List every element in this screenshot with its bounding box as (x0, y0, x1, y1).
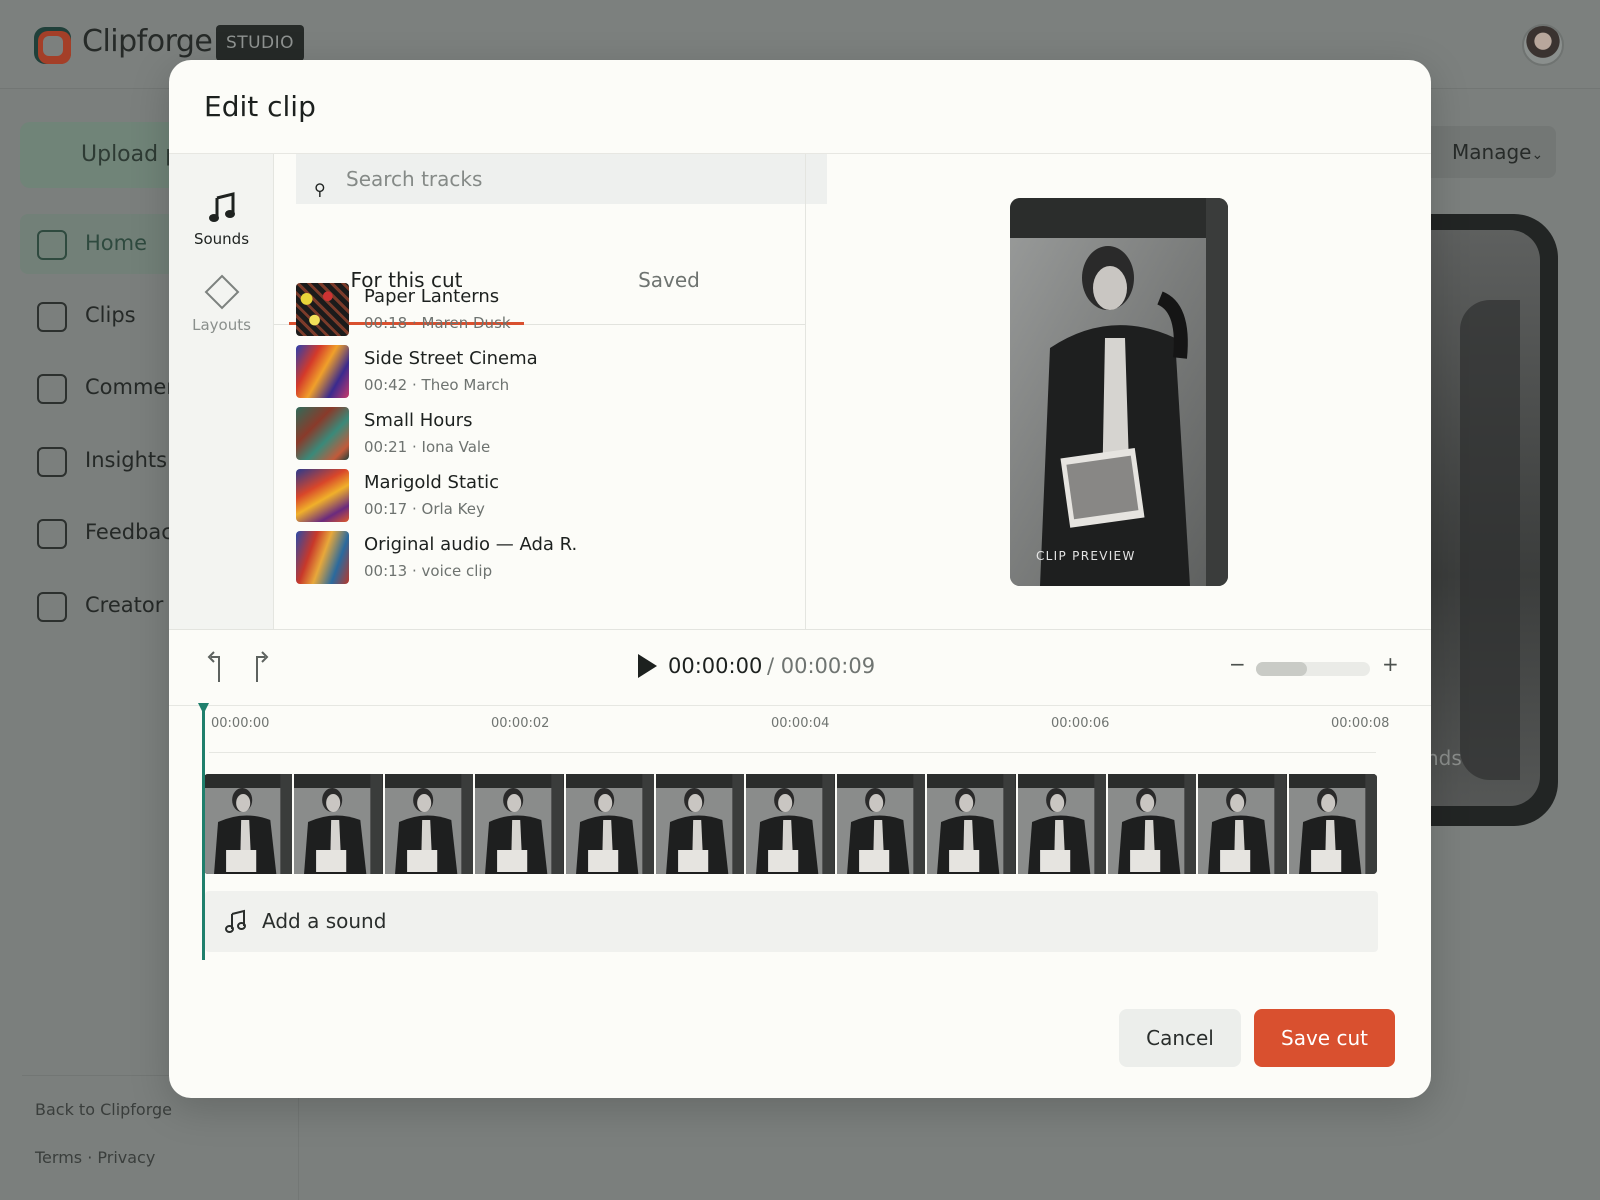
zoom-slider-fill (1256, 662, 1308, 676)
list-item[interactable]: Side Street Cinema 00:42 · Theo March (296, 345, 756, 399)
track-title: Paper Lanterns (364, 286, 500, 307)
timeline-tick: 00:00:08 (1331, 716, 1390, 731)
timeline-ruler-divider (209, 752, 1376, 753)
sidebar-item-label: Feedbac (85, 520, 173, 544)
chevron-down-icon: ⌄ (1531, 147, 1544, 163)
track-artwork (296, 531, 349, 584)
track-artwork (296, 283, 349, 336)
track-meta: 00:17 · Orla Key (364, 500, 485, 518)
music-note-icon (208, 192, 235, 222)
editor-divider (169, 629, 1431, 630)
add-sound-label: Add a sound (262, 909, 387, 933)
editor-tool-rail: Sounds Layouts (169, 154, 274, 630)
filmstrip-frame (475, 774, 566, 874)
back-to-clipforge-link[interactable]: Back to Clipforge (35, 1100, 172, 1119)
zoom-slider[interactable] (1256, 662, 1370, 676)
studio-badge: STUDIO (216, 25, 304, 61)
filmstrip-frame (565, 774, 656, 874)
track-title: Marigold Static (364, 472, 500, 493)
music-note-icon (225, 909, 246, 933)
sidebar-item-label: Clips (85, 303, 136, 327)
clipforge-logo-icon (34, 27, 71, 64)
filmstrip-frame (1107, 774, 1199, 874)
track-title: Side Street Cinema (364, 348, 538, 369)
panel-divider (805, 154, 806, 630)
zoom-out-button[interactable]: − (1229, 652, 1246, 676)
track-artwork (296, 469, 349, 522)
filmstrip-frame (655, 774, 747, 874)
manage-button[interactable]: Manage⌄ (1420, 126, 1556, 178)
search-input[interactable] (346, 154, 816, 204)
layouts-tool-button[interactable]: Layouts (169, 274, 274, 334)
filmstrip-frame (836, 774, 928, 874)
track-search: ⚲ (296, 154, 827, 204)
clips-icon (37, 302, 67, 332)
filmstrip-frame (1288, 774, 1377, 874)
track-title: Original audio — Ada R. (364, 534, 578, 555)
video-filmstrip[interactable] (204, 774, 1377, 874)
brand-name: Clipforge (82, 24, 213, 59)
filmstrip-frame (204, 774, 295, 874)
total-time: / 00:00:09 (767, 654, 876, 678)
list-item[interactable]: Paper Lanterns 00:18 · Maren Dusk (296, 283, 756, 337)
track-artwork (296, 345, 349, 398)
filmstrip-frame (294, 774, 385, 874)
track-meta: 00:13 · voice clip (364, 562, 493, 580)
sidebar-item-label: Insights (85, 448, 168, 472)
undo-icon[interactable] (201, 649, 231, 685)
sounds-tool-label: Sounds (193, 230, 250, 248)
track-meta: 00:42 · Theo March (364, 376, 510, 394)
play-icon[interactable] (636, 653, 658, 679)
track-meta: 00:21 · Iona Vale (364, 438, 491, 456)
diamond-layout-icon (204, 274, 239, 310)
manage-label: Manage (1452, 140, 1532, 164)
sidebar-item-label: Commen (85, 375, 180, 399)
timeline-tick: 00:00:04 (771, 716, 830, 731)
clip-preview-image (1010, 198, 1228, 586)
filmstrip-frame (1017, 774, 1108, 874)
zoom-in-button[interactable]: + (1382, 652, 1399, 676)
edit-clip-modal: Edit clip Sounds Layouts ⚲ For this cut … (169, 60, 1431, 1098)
filmstrip-frame (1198, 774, 1289, 874)
background-phone-caption: nds (1426, 746, 1462, 770)
layouts-tool-label: Layouts (192, 316, 251, 334)
add-sound-button[interactable]: Add a sound (205, 891, 1378, 952)
comments-icon (37, 374, 67, 404)
insights-icon (37, 447, 67, 477)
track-meta: 00:18 · Maren Dusk (364, 314, 511, 332)
timeline-tick: 00:00:06 (1051, 716, 1110, 731)
cancel-button[interactable]: Cancel (1119, 1009, 1241, 1067)
timeline-tick: 00:00:02 (491, 716, 550, 731)
clip-preview-label: CLIP PREVIEW (1036, 549, 1136, 563)
track-artwork (296, 407, 349, 460)
filmstrip-frame (384, 774, 476, 874)
current-time: 00:00:00 (668, 654, 763, 678)
creator-icon (37, 592, 67, 622)
home-icon (37, 230, 67, 260)
timeline-tick: 00:00:00 (211, 716, 270, 731)
save-cut-button[interactable]: Save cut (1254, 1009, 1395, 1067)
redo-icon[interactable] (245, 649, 275, 685)
user-avatar[interactable] (1522, 24, 1564, 66)
legal-links[interactable]: Terms · Privacy (35, 1148, 155, 1167)
list-item[interactable]: Small Hours 00:21 · Iona Vale (296, 407, 756, 461)
track-title: Small Hours (364, 410, 473, 431)
filmstrip-frame (746, 774, 837, 874)
sidebar-item-label: Home (85, 231, 148, 255)
list-item[interactable]: Original audio — Ada R. 00:13 · voice cl… (296, 531, 756, 585)
sounds-tool-button[interactable]: Sounds (169, 192, 274, 248)
search-icon: ⚲ (314, 180, 326, 199)
list-item[interactable]: Marigold Static 00:17 · Orla Key (296, 469, 756, 523)
filmstrip-frame (927, 774, 1018, 874)
timeline-top-divider (169, 705, 1431, 706)
playhead[interactable] (202, 705, 205, 960)
feedback-icon (37, 519, 67, 549)
clip-preview[interactable]: CLIP PREVIEW (1010, 198, 1228, 586)
modal-title: Edit clip (204, 90, 316, 123)
